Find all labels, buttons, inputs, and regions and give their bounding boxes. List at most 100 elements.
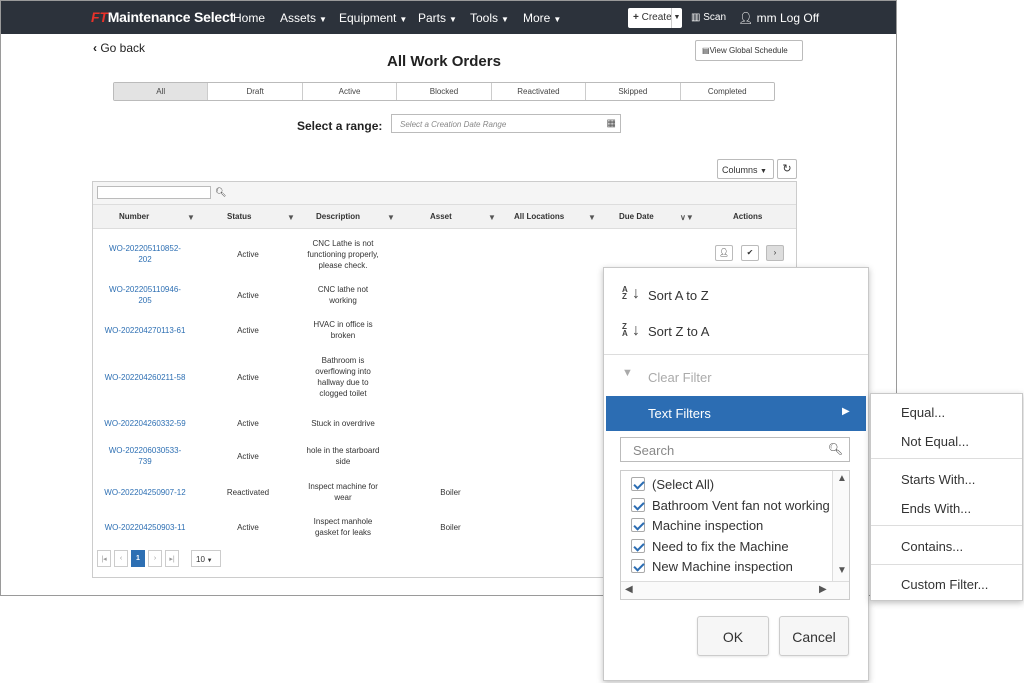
tab-draft[interactable]: Draft bbox=[208, 83, 303, 100]
grid-search-input[interactable] bbox=[97, 186, 211, 199]
current-page[interactable]: 1 bbox=[131, 550, 145, 567]
wo-number-link[interactable]: WO-202204260211-58 bbox=[95, 372, 195, 383]
description-cell: Stuck in overdrive bbox=[311, 419, 375, 428]
list-item[interactable]: Bathroom Vent fan not working bbox=[631, 498, 830, 518]
nav-tools-label: Tools bbox=[470, 11, 499, 25]
check-icon: ✔ bbox=[746, 248, 754, 257]
search-icon[interactable]: 🔍︎ bbox=[215, 187, 226, 198]
date-range-input[interactable]: Select a Creation Date Range ▦ bbox=[391, 114, 621, 133]
nav-more[interactable]: More ▼ bbox=[523, 11, 561, 25]
list-item[interactable]: (Select All) bbox=[631, 477, 714, 497]
page-size-select[interactable]: 10 ▼ bbox=[191, 550, 221, 567]
tab-reactivated[interactable]: Reactivated bbox=[491, 83, 587, 100]
wo-number-link[interactable]: WO-202204250907-12 bbox=[95, 487, 195, 498]
scan-label: Scan bbox=[703, 12, 727, 23]
wo-number-link[interactable]: WO-202204250903-11 bbox=[95, 522, 195, 533]
tab-all[interactable]: All bbox=[114, 83, 209, 100]
description-cell: CNC lathe not working bbox=[317, 285, 369, 305]
nav-assets-label: Assets bbox=[280, 11, 317, 25]
text-filters-item[interactable]: Text Filters ▶ bbox=[606, 396, 866, 431]
sort-desc-item[interactable]: Sort Z to A bbox=[648, 324, 709, 339]
contains-filter-item[interactable]: Contains... bbox=[901, 539, 963, 554]
filter-icon[interactable]: ▼ bbox=[387, 213, 395, 222]
list-item[interactable]: Need to fix the Machine bbox=[631, 539, 789, 559]
scroll-left-icon[interactable]: ◀ bbox=[625, 584, 633, 595]
open-details-button[interactable]: › bbox=[766, 245, 784, 261]
nav-home[interactable]: Home bbox=[233, 11, 265, 25]
not-equal-filter-item[interactable]: Not Equal... bbox=[901, 434, 969, 449]
filter-icon[interactable]: ▼ bbox=[187, 213, 195, 222]
header-status[interactable]: Status bbox=[227, 212, 251, 221]
filter-icon[interactable]: ▼ bbox=[588, 213, 596, 222]
tab-blocked[interactable]: Blocked bbox=[397, 83, 492, 100]
cancel-button[interactable]: Cancel bbox=[779, 616, 849, 656]
tab-skipped[interactable]: Skipped bbox=[586, 83, 681, 100]
caret-down-icon: ▼ bbox=[760, 168, 767, 175]
assign-user-button[interactable]: 👤︎ bbox=[715, 245, 733, 261]
date-range-placeholder: Select a Creation Date Range bbox=[400, 120, 507, 129]
next-page-button[interactable]: › bbox=[148, 550, 162, 567]
equal-filter-item[interactable]: Equal... bbox=[901, 405, 945, 420]
complete-button[interactable]: ✔ bbox=[741, 245, 759, 261]
sort-asc-icon: A Z ↓ bbox=[622, 285, 640, 302]
wo-number-link[interactable]: WO-202204260332-59 bbox=[95, 418, 195, 429]
header-number[interactable]: Number bbox=[119, 212, 149, 221]
scan-button[interactable]: ▥ Scan bbox=[691, 12, 726, 23]
checkbox-checked[interactable] bbox=[631, 498, 645, 512]
sort-filter-icon[interactable]: ∨▼ bbox=[680, 213, 694, 222]
clear-filter-item[interactable]: Clear Filter bbox=[648, 370, 712, 385]
description-cell: CNC Lathe is not functioning properly, ple… bbox=[307, 239, 379, 270]
caret-down-icon: ▼ bbox=[319, 15, 327, 24]
tab-active[interactable]: Active bbox=[302, 83, 398, 100]
checkbox-checked[interactable] bbox=[631, 539, 645, 553]
checkbox-checked[interactable] bbox=[631, 518, 645, 532]
user-label: mm bbox=[756, 11, 777, 25]
wo-number-link[interactable]: WO-202205110946- 205 bbox=[95, 284, 195, 306]
create-label: Create bbox=[641, 12, 672, 23]
brand-logo[interactable]: FTMaintenance Select bbox=[91, 9, 234, 25]
first-page-button[interactable]: |◂ bbox=[97, 550, 111, 567]
filter-icon[interactable]: ▼ bbox=[287, 213, 295, 222]
sort-asc-item[interactable]: Sort A to Z bbox=[648, 288, 709, 303]
wo-number-link[interactable]: WO-202205110852- 202 bbox=[95, 243, 195, 265]
nav-parts[interactable]: Parts ▼ bbox=[418, 11, 457, 25]
header-due-date[interactable]: Due Date bbox=[619, 212, 654, 221]
create-button[interactable]: + Create ▼ bbox=[628, 8, 682, 28]
description-cell: Inspect machine for wear bbox=[308, 482, 378, 502]
header-all-locations[interactable]: All Locations bbox=[514, 212, 564, 221]
vertical-scrollbar[interactable]: ▲ ▼ bbox=[832, 471, 849, 583]
horizontal-scrollbar[interactable]: ◀ ▶ bbox=[621, 581, 849, 599]
custom-filter-item[interactable]: Custom Filter... bbox=[901, 577, 988, 592]
description-cell: hole in the starboard side bbox=[306, 446, 380, 466]
prev-page-button[interactable]: ‹ bbox=[114, 550, 128, 567]
logoff-link[interactable]: Log Off bbox=[780, 11, 819, 25]
calendar-icon[interactable]: ▦ bbox=[607, 118, 616, 129]
global-schedule-label: View Global Schedule bbox=[709, 46, 788, 55]
wo-number-link[interactable]: WO-202206030533- 739 bbox=[95, 445, 195, 467]
filter-search-input[interactable]: Search 🔍︎ bbox=[620, 437, 850, 462]
scroll-down-icon[interactable]: ▼ bbox=[837, 565, 847, 576]
list-item[interactable]: New Machine inspection bbox=[631, 559, 793, 579]
nav-equipment[interactable]: Equipment ▼ bbox=[339, 11, 407, 25]
checkbox-checked[interactable] bbox=[631, 477, 645, 491]
last-page-button[interactable]: ▸| bbox=[165, 550, 179, 567]
user-menu[interactable]: 👤︎ mm bbox=[738, 11, 777, 25]
ok-button[interactable]: OK bbox=[697, 616, 769, 656]
scroll-right-icon[interactable]: ▶ bbox=[819, 584, 827, 595]
tab-completed[interactable]: Completed bbox=[680, 83, 774, 100]
filter-icon[interactable]: ▼ bbox=[488, 213, 496, 222]
wo-number-link[interactable]: WO-202204270113-61 bbox=[95, 325, 195, 336]
nav-assets[interactable]: Assets ▼ bbox=[280, 11, 327, 25]
list-item[interactable]: Machine inspection bbox=[631, 518, 763, 538]
checkbox-checked[interactable] bbox=[631, 559, 645, 573]
starts-with-filter-item[interactable]: Starts With... bbox=[901, 472, 975, 487]
scroll-up-icon[interactable]: ▲ bbox=[837, 473, 847, 484]
columns-button[interactable]: Columns ▼ bbox=[717, 159, 774, 179]
ends-with-filter-item[interactable]: Ends With... bbox=[901, 501, 971, 516]
caret-down-icon[interactable]: ▼ bbox=[671, 8, 682, 28]
header-asset[interactable]: Asset bbox=[430, 212, 452, 221]
header-description[interactable]: Description bbox=[316, 212, 360, 221]
nav-tools[interactable]: Tools ▼ bbox=[470, 11, 509, 25]
refresh-button[interactable]: ↻ bbox=[777, 159, 797, 179]
view-global-schedule-button[interactable]: ▤View Global Schedule bbox=[695, 40, 803, 61]
